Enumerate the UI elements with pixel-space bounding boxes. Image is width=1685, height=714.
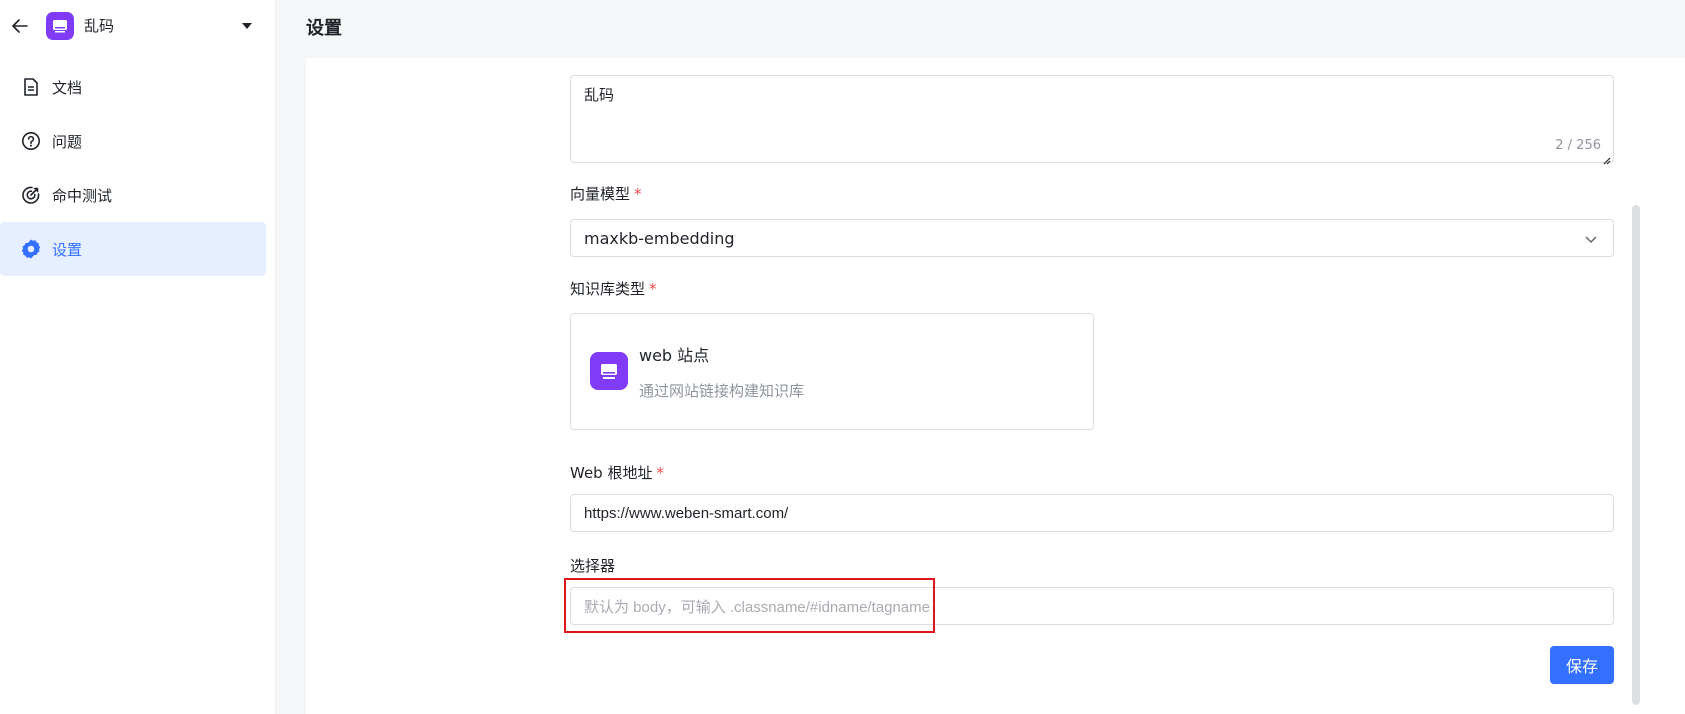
sidebar-header: 乱码 bbox=[0, 0, 276, 54]
sidebar-item-hit-test[interactable]: 命中测试 bbox=[0, 168, 266, 222]
required-mark: * bbox=[634, 185, 642, 203]
embedding-model-value: maxkb-embedding bbox=[584, 228, 735, 248]
sidebar: 乱码 文档 问题 命中测试 设置 bbox=[0, 0, 276, 714]
web-root-value: https://www.weben-smart.com/ bbox=[584, 504, 789, 522]
selector-placeholder: 默认为 body，可输入 .classname/#idname/tagname bbox=[584, 598, 930, 616]
description-label-clipped bbox=[570, 44, 660, 56]
save-button[interactable]: 保存 bbox=[1550, 646, 1614, 684]
kb-type-label: 知识库类型 * bbox=[570, 280, 657, 298]
gear-icon bbox=[20, 238, 42, 260]
sidebar-item-label: 文档 bbox=[52, 78, 83, 97]
description-textarea[interactable]: 乱码 2 / 256 bbox=[570, 75, 1614, 165]
web-root-label: Web 根地址 * bbox=[570, 464, 664, 482]
top-bar: 设置 bbox=[276, 0, 1685, 58]
embedding-model-label: 向量模型 * bbox=[570, 185, 642, 203]
embedding-model-select[interactable]: maxkb-embedding bbox=[570, 219, 1614, 257]
document-icon bbox=[20, 76, 42, 98]
chevron-down-icon bbox=[1583, 231, 1599, 247]
char-count: 2 / 256 bbox=[1555, 138, 1601, 153]
sidebar-item-settings[interactable]: 设置 bbox=[0, 222, 266, 276]
selector-input[interactable]: 默认为 body，可输入 .classname/#idname/tagname bbox=[570, 587, 1614, 625]
back-arrow-icon[interactable] bbox=[8, 14, 32, 38]
app-avatar bbox=[46, 12, 74, 40]
web-root-input[interactable]: https://www.weben-smart.com/ bbox=[570, 494, 1614, 532]
description-value: 乱码 bbox=[584, 86, 615, 104]
page-title: 设置 bbox=[306, 18, 342, 39]
kb-type-title: web 站点 bbox=[639, 346, 710, 365]
resize-grip-icon[interactable] bbox=[1601, 150, 1611, 165]
sidebar-item-label: 问题 bbox=[52, 132, 83, 151]
kb-type-description: 通过网站链接构建知识库 bbox=[639, 382, 805, 400]
sidebar-item-questions[interactable]: 问题 bbox=[0, 114, 266, 168]
sidebar-item-label: 命中测试 bbox=[52, 186, 113, 205]
app-name: 乱码 bbox=[84, 17, 115, 35]
kb-type-card-web[interactable]: web 站点 通过网站链接构建知识库 bbox=[570, 313, 1094, 430]
required-mark: * bbox=[649, 280, 657, 298]
question-circle-icon bbox=[20, 130, 42, 152]
sidebar-item-documents[interactable]: 文档 bbox=[0, 60, 266, 114]
web-site-icon bbox=[590, 352, 628, 390]
scrollbar[interactable] bbox=[1632, 205, 1640, 705]
sidebar-item-label: 设置 bbox=[52, 240, 83, 259]
caret-down-icon[interactable] bbox=[239, 18, 255, 34]
required-mark: * bbox=[656, 464, 664, 482]
selector-label: 选择器 bbox=[570, 557, 616, 575]
target-icon bbox=[20, 184, 42, 206]
